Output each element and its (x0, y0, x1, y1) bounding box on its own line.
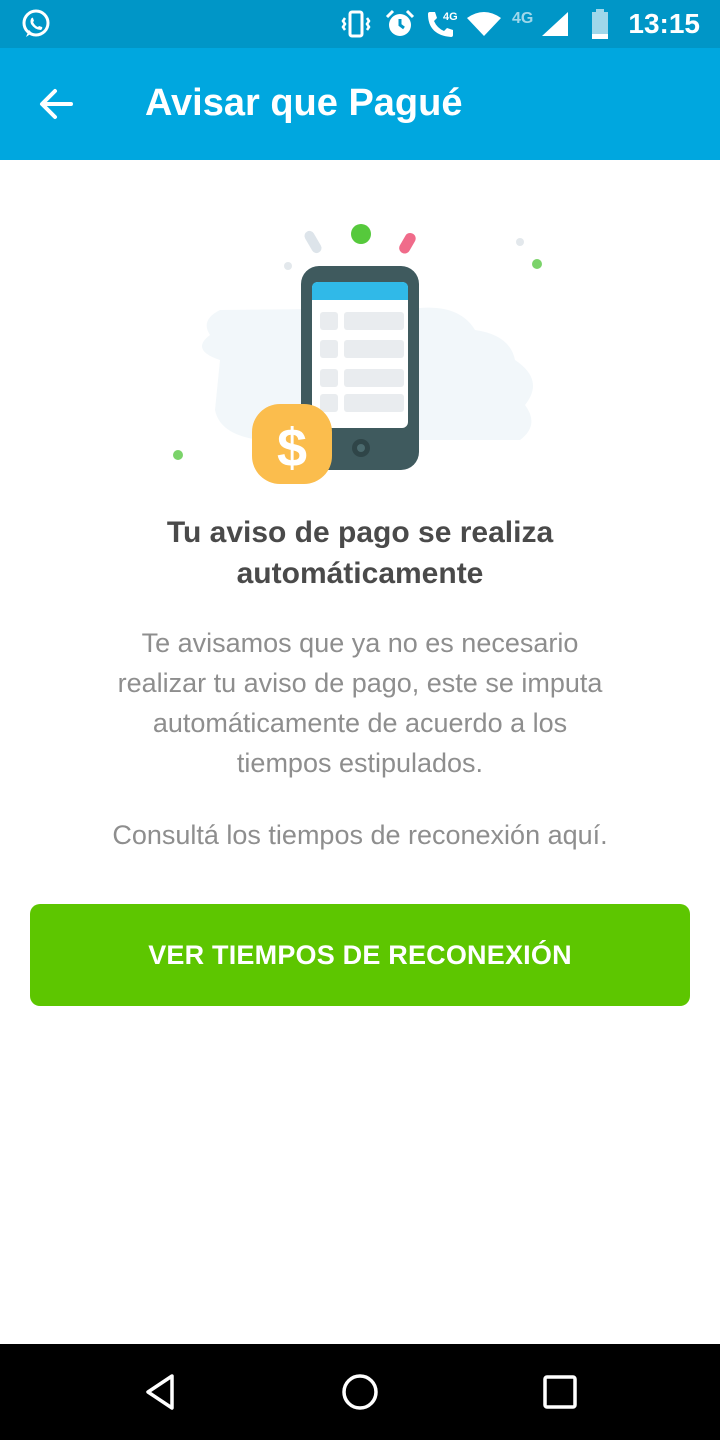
page-title: Avisar que Pagué (145, 82, 463, 124)
payment-phone-illustration: $ (173, 224, 542, 484)
reconnection-info-text[interactable]: Consultá los tiempos de reconexión aquí. (110, 815, 610, 855)
confetti-green-large (351, 224, 371, 244)
svg-text:4G: 4G (443, 11, 458, 23)
vibrate-icon (341, 10, 371, 38)
battery-icon (592, 9, 608, 39)
volte-call-icon: 4G (428, 11, 458, 37)
system-nav-bar (0, 1344, 720, 1440)
app-bar: Avisar que Pagué (0, 48, 720, 160)
confetti-pink (399, 232, 416, 254)
wifi-icon (467, 12, 501, 36)
home-circle-icon (342, 1374, 378, 1410)
status-time: 13:15 (628, 8, 700, 39)
back-triangle-icon (146, 1374, 174, 1410)
recents-square-icon (543, 1375, 577, 1409)
nav-recents-button[interactable] (536, 1368, 584, 1416)
nav-back-button[interactable] (136, 1368, 184, 1416)
svg-text:$: $ (277, 418, 307, 478)
whatsapp-icon (22, 9, 50, 37)
info-body: Te avisamos que ya no es necesario reali… (117, 628, 603, 778)
nav-home-button[interactable] (336, 1368, 384, 1416)
alarm-icon (385, 9, 415, 36)
status-bar: 4G 4G 13:15 (0, 0, 720, 48)
back-button[interactable] (28, 76, 84, 132)
signal-icon (542, 12, 568, 36)
network-type-label: 4G (512, 10, 534, 27)
confetti-gray (304, 230, 322, 254)
view-reconnection-times-button[interactable]: VER TIEMPOS DE RECONEXIÓN (30, 904, 690, 1006)
arrow-left-icon (40, 89, 73, 119)
info-heading: Tu aviso de pago se realiza automáticame… (166, 516, 554, 590)
